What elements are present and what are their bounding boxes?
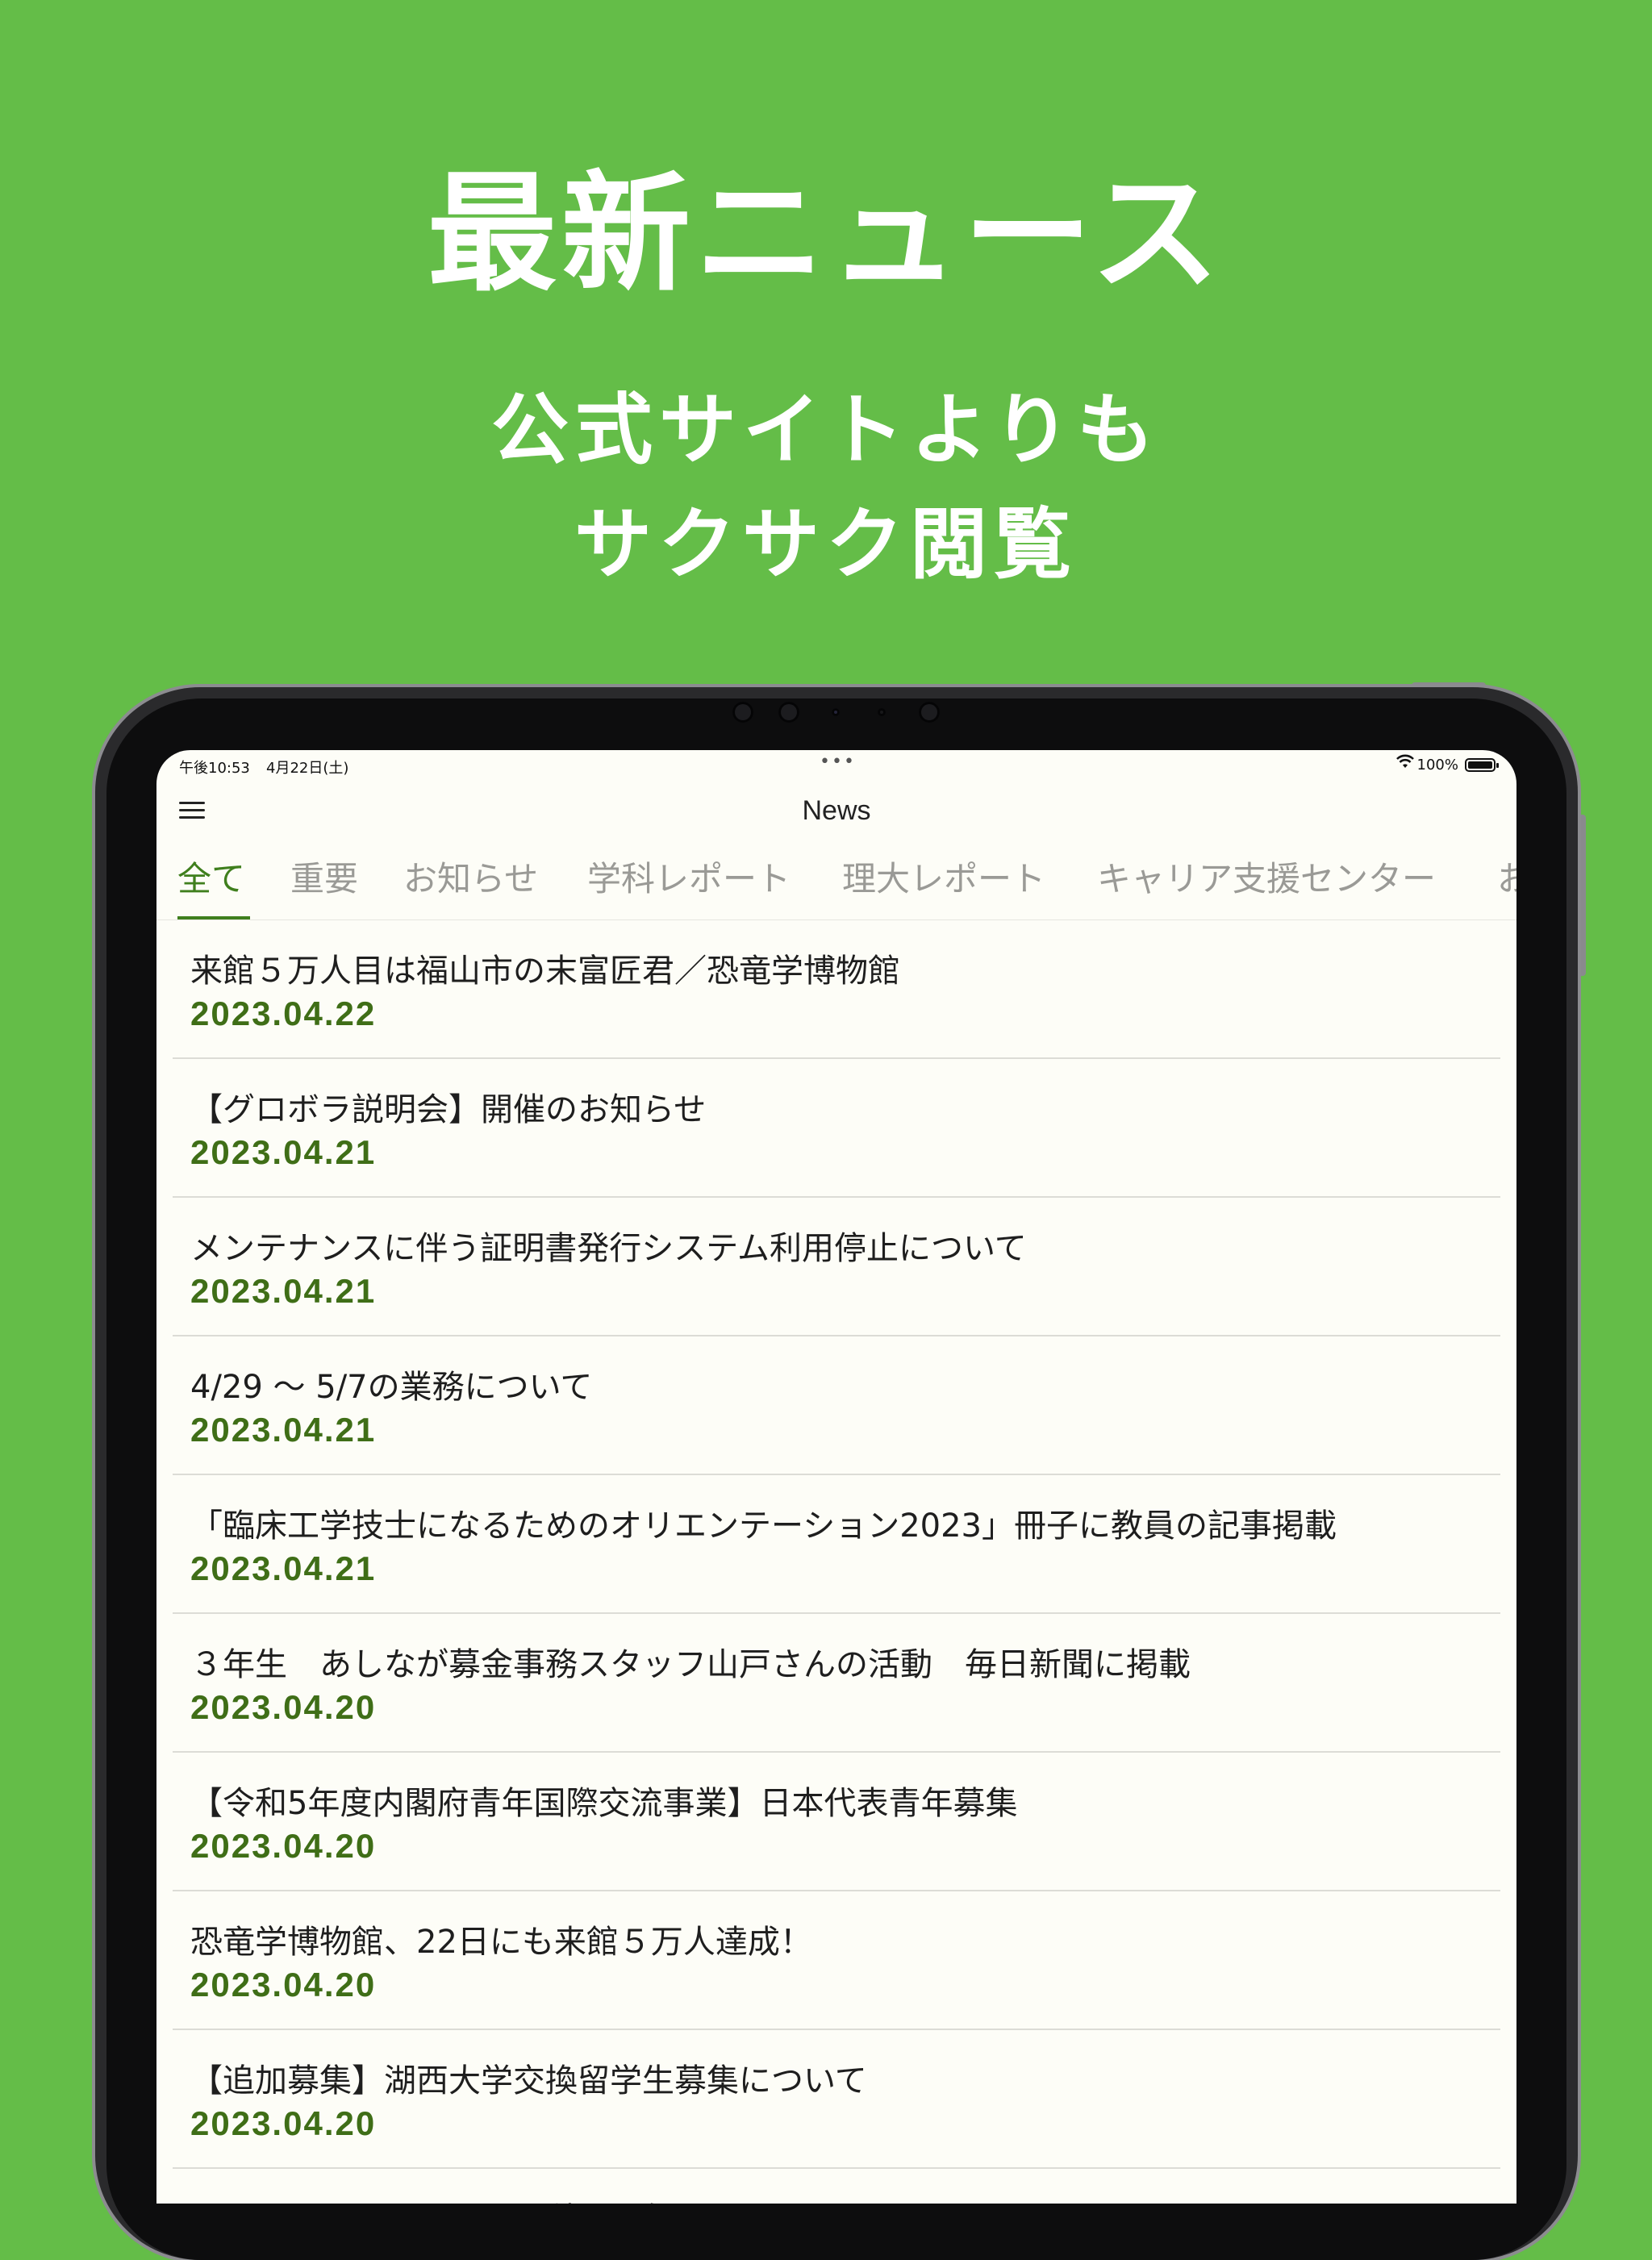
tab-important[interactable]: 重要 xyxy=(290,852,358,901)
camera-sensor-icon xyxy=(919,702,940,723)
status-bar: 午後10:53 4月22日(土) ••• 100% xyxy=(156,750,1516,779)
page-title: News xyxy=(802,795,871,826)
tab-career-support-center[interactable]: キャリア支援センター xyxy=(1097,852,1436,901)
battery-icon xyxy=(1465,758,1499,772)
news-item-title: メンテナンスに伴う証明書発行システム利用停止について xyxy=(190,1230,1027,1267)
news-item-date: 2023.04.21 xyxy=(190,1411,377,1449)
news-item[interactable]: 恐竜学博物館、22日にも来館５万人達成！ 2023.04.20 xyxy=(173,1891,1500,2030)
news-item-title: 4/29 ～ 5/7の業務について xyxy=(190,1369,593,1406)
news-item-title: ３年生 あしなが募金事務スタッフ山戸さんの活動 毎日新聞に掲載 xyxy=(190,1646,1191,1683)
promo-subtitle-line2: サクサク閲覧 xyxy=(574,499,1078,590)
news-item[interactable]: 来館５万人目は福山市の末富匠君／恐竜学博物館 2023.04.22 xyxy=(173,920,1500,1059)
tab-more[interactable]: お xyxy=(1497,852,1516,901)
category-tabs: 全て 重要 お知らせ 学科レポート 理大レポート キャリア支援センター お xyxy=(156,836,1516,920)
tab-notices[interactable]: お知らせ xyxy=(403,852,538,901)
news-item-date: 2023.04.20 xyxy=(190,1688,377,1726)
navigation-bar: News xyxy=(156,779,1516,836)
status-time: 午後10:53 xyxy=(179,760,250,777)
news-item[interactable]: メンテナンスに伴う証明書発行システム利用停止について 2023.04.21 xyxy=(173,1198,1500,1336)
news-item[interactable]: 【追加募集】湖西大学交換留学生募集について 2023.04.20 xyxy=(173,2030,1500,2169)
selected-tab-indicator xyxy=(177,916,250,919)
news-item-date: 2023.04.21 xyxy=(190,1549,377,1587)
news-item-date: 2023.04.20 xyxy=(190,1966,377,2004)
news-item-title: 【グロボラ説明会】開催のお知らせ xyxy=(190,1091,707,1128)
camera-icon xyxy=(732,702,753,723)
news-item-title: 【追加募集】湖西大学交換留学生募集について xyxy=(190,2062,867,2099)
news-item-date: 2023.04.21 xyxy=(190,1272,377,1310)
tab-university-report[interactable]: 理大レポート xyxy=(842,852,1045,901)
battery-percentage: 100% xyxy=(1416,757,1458,773)
news-list: 来館５万人目は福山市の末富匠君／恐竜学博物館 2023.04.22 【グロボラ説… xyxy=(173,920,1500,2204)
news-item-title: 【令和5年度内閣府青年国際交流事業】日本代表青年募集 xyxy=(190,1785,1018,1822)
tab-all[interactable]: 全て xyxy=(177,852,245,901)
app-screen: 午後10:53 4月22日(土) ••• 100% News 全て 重要 お知ら… xyxy=(156,750,1516,2204)
multitasking-dots-icon[interactable]: ••• xyxy=(820,752,856,772)
camera-sensor-icon xyxy=(878,708,886,716)
news-item[interactable]: ３年生 あしなが募金事務スタッフ山戸さんの活動 毎日新聞に掲載 2023.04.… xyxy=(173,1614,1500,1753)
news-item[interactable]: 「臨床工学技士になるためのオリエンテーション2023」冊子に教員の記事掲載 20… xyxy=(173,1475,1500,1614)
news-item[interactable]: Lunch Break English開催のお知らせ xyxy=(173,2169,1500,2204)
news-item-date: 2023.04.20 xyxy=(190,1827,377,1865)
news-item-date: 2023.04.21 xyxy=(190,1133,377,1171)
news-item[interactable]: 4/29 ～ 5/7の業務について 2023.04.21 xyxy=(173,1336,1500,1475)
status-date: 4月22日(土) xyxy=(266,760,349,777)
wifi-icon xyxy=(1395,753,1415,773)
news-item-title: 「臨床工学技士になるためのオリエンテーション2023」冊子に教員の記事掲載 xyxy=(190,1507,1337,1545)
promo-title: 最新ニュース xyxy=(427,158,1224,309)
news-item-title: 恐竜学博物館、22日にも来館５万人達成！ xyxy=(190,1924,812,1961)
news-item-date: 2023.04.22 xyxy=(190,994,377,1032)
promo-subtitle-line1: 公式サイトよりも xyxy=(490,385,1162,475)
news-item[interactable]: 【グロボラ説明会】開催のお知らせ 2023.04.21 xyxy=(173,1059,1500,1198)
camera-sensor-icon xyxy=(778,702,799,723)
news-item-title: 来館５万人目は福山市の末富匠君／恐竜学博物館 xyxy=(190,953,900,990)
news-item[interactable]: 【令和5年度内閣府青年国際交流事業】日本代表青年募集 2023.04.20 xyxy=(173,1753,1500,1891)
news-item-date: 2023.04.20 xyxy=(190,2104,377,2142)
device-volume-down-button xyxy=(1578,903,1586,976)
tab-department-report[interactable]: 学科レポート xyxy=(587,852,791,901)
news-item-title: Lunch Break English開催のお知らせ xyxy=(190,2193,742,2204)
camera-sensor-icon xyxy=(832,708,840,716)
